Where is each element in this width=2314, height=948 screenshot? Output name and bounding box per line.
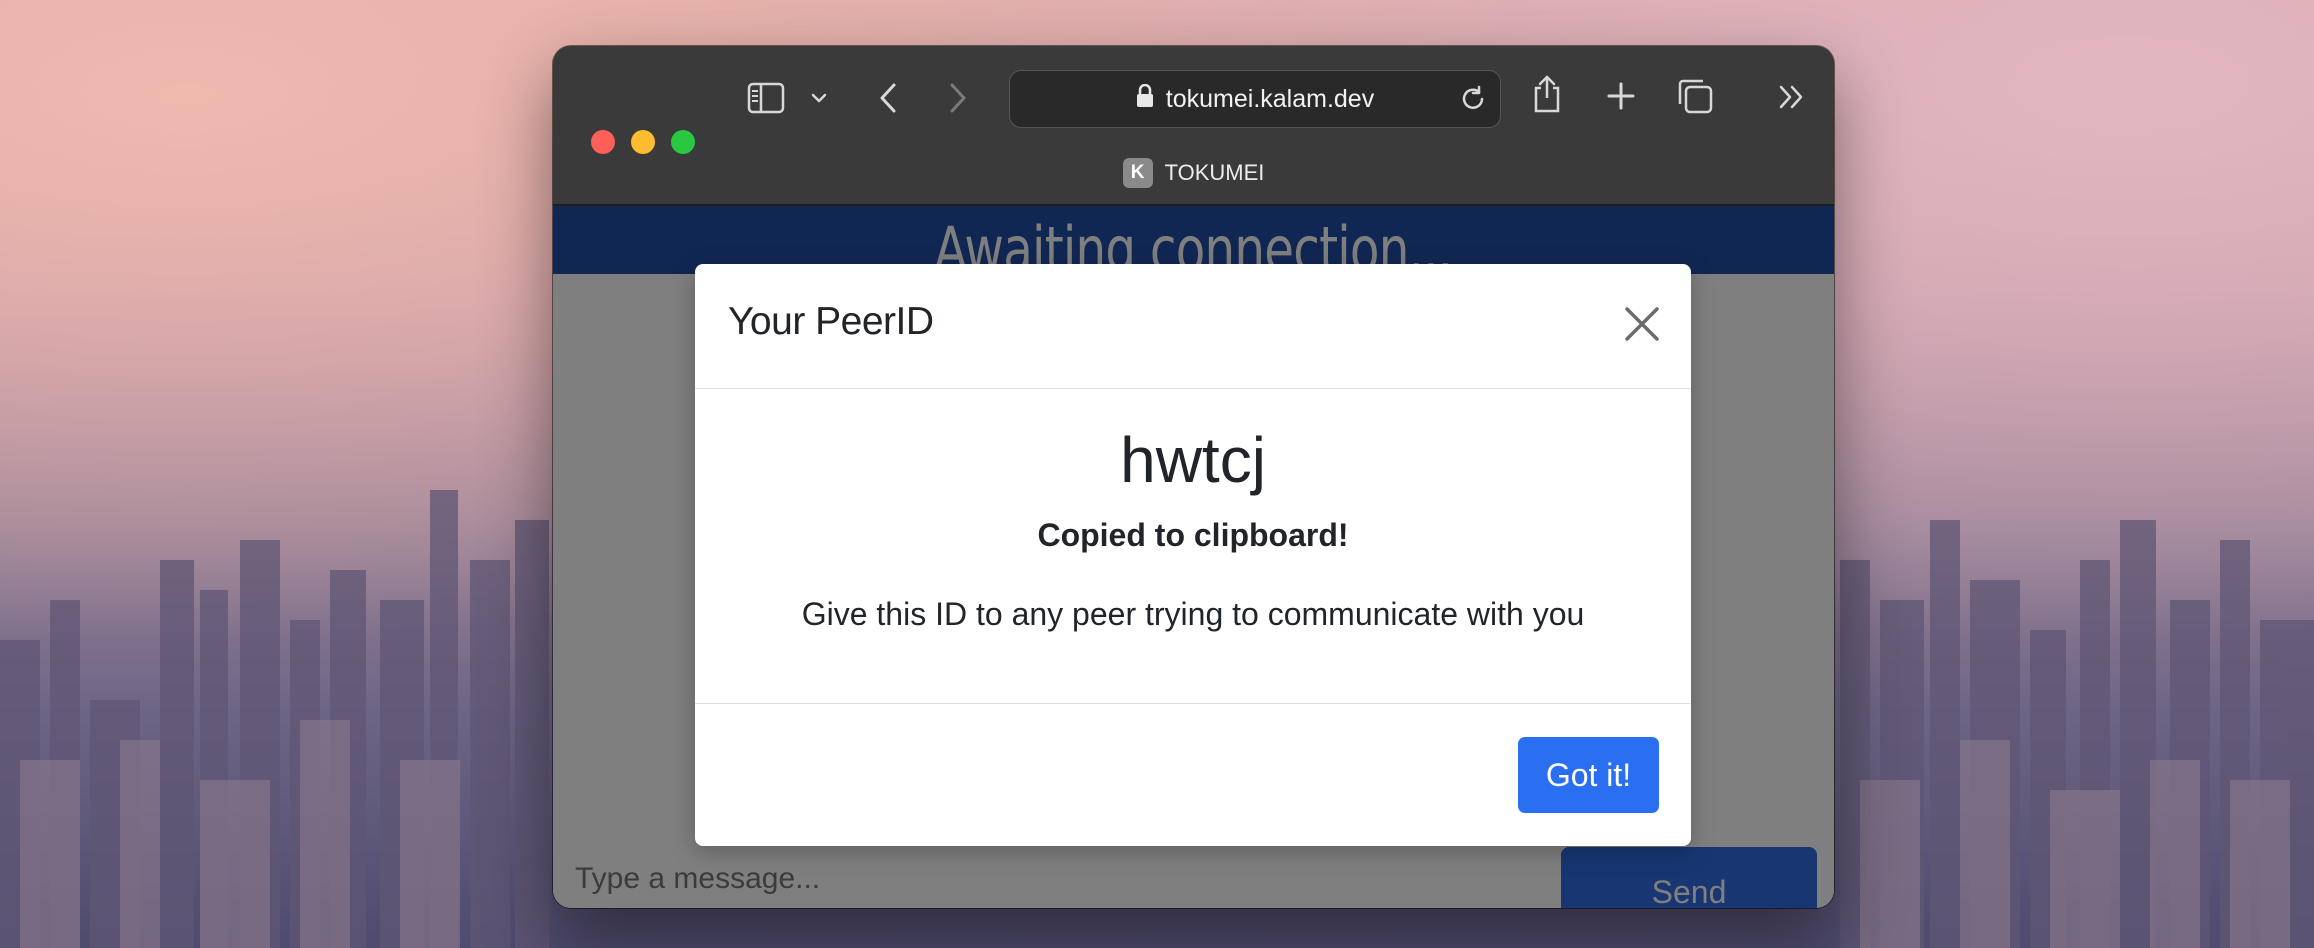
new-tab-icon[interactable] [1603, 78, 1639, 114]
peer-id-value: hwtcj [1120, 424, 1266, 496]
share-icon[interactable] [1527, 72, 1567, 116]
tab-overview-icon[interactable] [1675, 76, 1715, 116]
close-icon[interactable] [1622, 304, 1662, 344]
reload-icon[interactable] [1458, 84, 1488, 121]
modal-title: Your PeerID [728, 300, 934, 343]
active-tab[interactable]: K TOKUMEI [553, 142, 1834, 206]
got-it-button[interactable]: Got it! [1518, 737, 1659, 813]
url-text: tokumei.kalam.dev [1165, 84, 1375, 113]
peer-id-hint: Give this ID to any peer trying to commu… [801, 596, 1585, 632]
browser-toolbar: tokumei.kalam.dev K TOKUMEI [553, 46, 1834, 206]
peer-id-modal: Your PeerID hwtcj Copied to clipboard! G… [695, 264, 1691, 846]
tab-title: TOKUMEI [1164, 160, 1265, 185]
copied-notice: Copied to clipboard! [1037, 517, 1349, 553]
forward-icon[interactable] [943, 78, 973, 118]
modal-header: Your PeerID [695, 264, 1691, 389]
modal-body: hwtcj Copied to clipboard! Give this ID … [695, 389, 1691, 669]
favicon: K [1122, 158, 1153, 188]
address-bar[interactable]: tokumei.kalam.dev [1009, 70, 1501, 128]
lock-icon [1136, 83, 1154, 115]
desktop-wallpaper: tokumei.kalam.dev K TOKUMEI Your PeerID … [0, 0, 2314, 948]
more-chevrons-icon[interactable] [1775, 82, 1809, 112]
sidebar-icon[interactable] [746, 80, 786, 116]
chevron-down-icon[interactable] [807, 86, 831, 110]
back-icon[interactable] [873, 78, 903, 118]
modal-footer: Got it! [695, 703, 1691, 847]
